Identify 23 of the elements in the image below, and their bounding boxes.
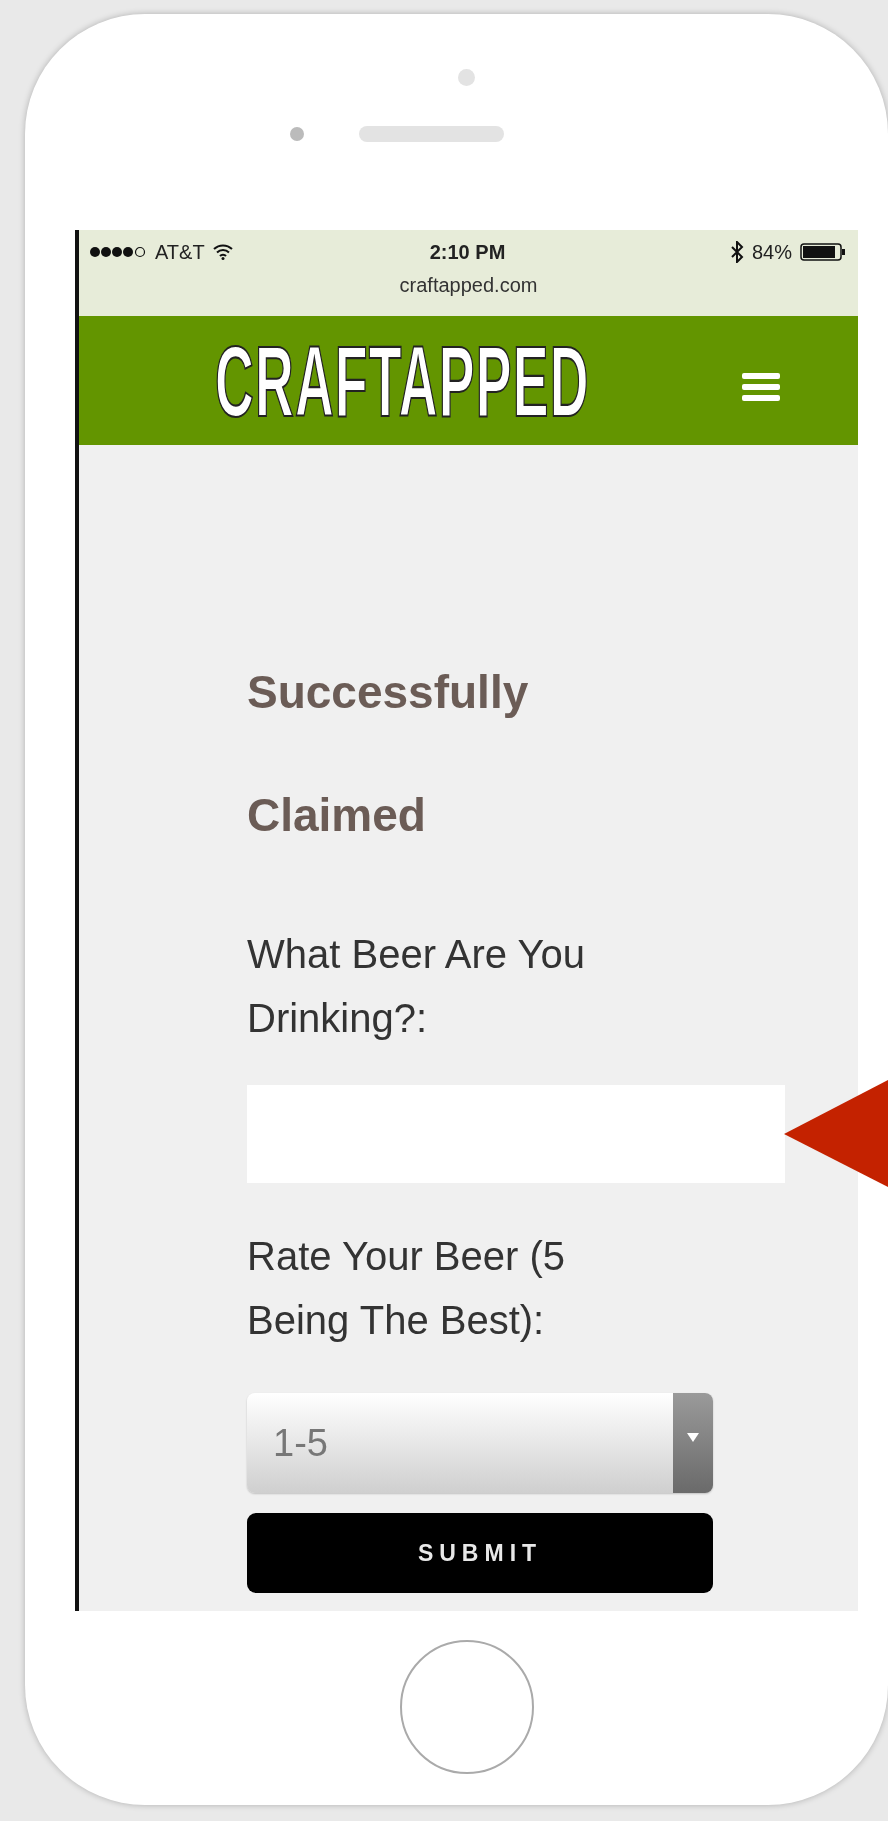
page-heading: Claimed [247,788,427,843]
menu-icon[interactable] [742,371,780,402]
field-label: What Beer Are You [247,931,586,978]
submit-button[interactable]: SUBMIT [247,1513,713,1593]
speaker-icon [358,126,504,142]
input-field[interactable] [247,1085,785,1183]
clock-time: 2:10 PM [429,240,506,264]
field-label: Rate Your Beer (5 [247,1233,566,1280]
field-label: Drinking?: [247,995,429,1042]
camera-icon [289,127,304,141]
rating-dropdown[interactable]: 1-5 [247,1393,713,1493]
home-button[interactable] [399,1640,534,1774]
caret-icon [687,1433,699,1442]
signal-icon [89,246,147,258]
sensor-icon [458,69,475,86]
page-heading: Successfully [247,665,530,720]
wifi-icon [212,244,233,260]
field-label: Being The Best): [247,1297,546,1344]
battery-percent: 84% [751,240,792,264]
battery-icon [800,243,846,261]
carrier-name: AT&T [155,240,205,264]
page-url: craftapped.com [398,274,539,297]
bluetooth-icon [729,241,744,263]
